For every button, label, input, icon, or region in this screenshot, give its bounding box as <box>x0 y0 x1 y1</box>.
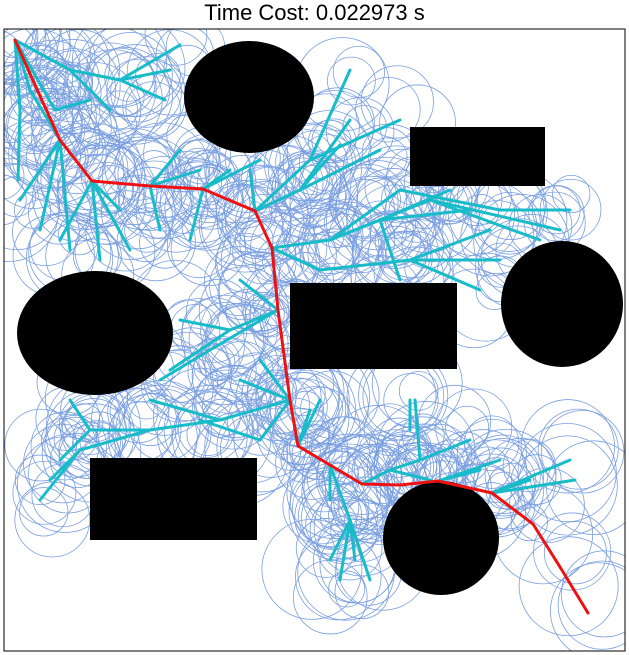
rect-obstacle <box>90 458 257 540</box>
circle-obstacle <box>17 271 173 395</box>
sample-circle <box>86 47 156 118</box>
sample-circle <box>243 218 286 261</box>
sample-circle <box>99 90 139 130</box>
sample-circle <box>4 29 62 60</box>
tree-edge <box>16 108 22 182</box>
sample-circle <box>144 29 208 66</box>
circle-obstacle <box>184 41 314 153</box>
sample-circle <box>552 174 591 214</box>
sample-circle <box>560 550 625 638</box>
circle-obstacle <box>501 241 623 367</box>
sample-circle <box>326 97 395 166</box>
sample-circle <box>533 512 612 591</box>
rect-obstacle <box>290 283 457 369</box>
circle-obstacle <box>383 481 499 595</box>
sample-circle <box>435 388 513 466</box>
sample-circle <box>528 185 585 242</box>
sample-circle <box>14 481 91 558</box>
rect-obstacle <box>410 127 545 186</box>
tree-edge <box>178 318 232 332</box>
sample-circle <box>518 536 619 637</box>
planner-plot <box>3 28 626 652</box>
